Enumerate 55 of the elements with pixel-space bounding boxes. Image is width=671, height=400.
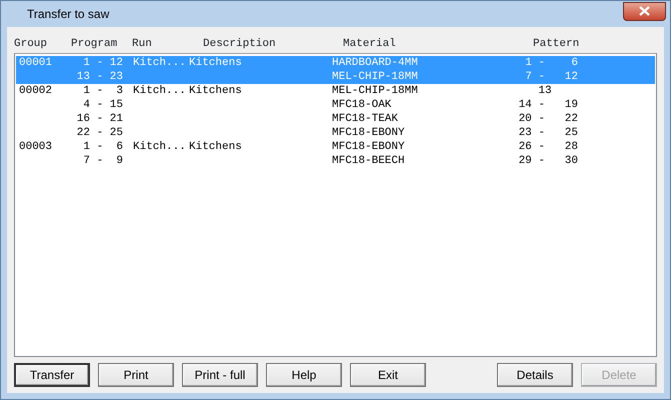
table-cell: 29 - 30 <box>518 155 578 167</box>
list-row[interactable]: 00003 1 - 6 Kitch... Kitchens MFC18-EBONY 26 - 28 <box>16 140 655 154</box>
table-cell: 22 - 25 <box>76 127 123 139</box>
list-row[interactable]: 16 - 21 MFC18-TEAK 20 - 22 <box>16 112 655 126</box>
column-header: Pattern <box>533 37 580 52</box>
column-header: Group <box>14 37 48 52</box>
table-cell: Kitchens <box>189 57 242 69</box>
table-cell: MFC18-BEECH <box>332 155 405 167</box>
table-cell: 14 - 19 <box>518 99 578 111</box>
table-cell: Kitch... <box>133 57 186 69</box>
dialog-button[interactable]: Help <box>266 363 342 387</box>
column-header: Run <box>132 37 153 52</box>
table-cell: 00003 <box>19 141 52 153</box>
column-header: Program <box>71 37 118 52</box>
table-cell: Kitchens <box>189 141 242 153</box>
table-cell: 7 - 12 <box>525 71 578 83</box>
dialog-button[interactable]: Transfer <box>14 363 90 387</box>
list-row[interactable]: 22 - 25 MFC18-EBONY 23 - 25 <box>16 126 655 140</box>
table-cell: 1 - 6 <box>525 57 578 69</box>
table-cell: 00001 <box>19 57 52 69</box>
table-cell: 00002 <box>19 85 52 97</box>
window-title: Transfer to saw <box>27 6 110 23</box>
table-cell: 26 - 28 <box>518 141 578 153</box>
table-cell: MFC18-OAK <box>332 99 392 111</box>
table-cell: 1 - 6 <box>83 141 123 153</box>
list-row[interactable]: 00002 1 - 3 Kitch... Kitchens MEL-CHIP-18MM 13 <box>16 84 655 98</box>
table-cell: MEL-CHIP-18MM <box>332 85 418 97</box>
table-cell: 4 - 15 <box>83 99 123 111</box>
list-row[interactable]: 4 - 15 MFC18-OAK 14 - 19 <box>16 98 655 112</box>
dialog-button[interactable]: Print - full <box>182 363 258 387</box>
list-row[interactable]: 7 - 9 MFC18-BEECH 29 - 30 <box>16 154 655 168</box>
table-cell: MEL-CHIP-18MM <box>332 71 418 83</box>
table-cell: MFC18-EBONY <box>332 141 405 153</box>
dialog-button[interactable]: Print <box>98 363 174 387</box>
table-cell: 23 - 25 <box>518 127 578 139</box>
column-header: Material <box>343 37 397 52</box>
dialog-button[interactable]: Details <box>497 363 573 387</box>
table-cell-text: 13 <box>538 85 553 97</box>
table-cell: 20 - 22 <box>518 113 578 125</box>
transfer-list[interactable] <box>14 53 657 357</box>
dialog-button[interactable]: Exit <box>350 363 426 387</box>
table-cell: 1 - 3 <box>83 85 123 97</box>
table-cell: MFC18-EBONY <box>332 127 405 139</box>
table-cell: MFC18-TEAK <box>332 113 398 125</box>
table-cell: Kitch... <box>133 85 186 97</box>
close-button[interactable] <box>623 2 666 20</box>
column-header: Description <box>203 37 277 52</box>
table-cell: Kitchens <box>189 85 242 97</box>
table-cell: 7 - 9 <box>83 155 123 167</box>
table-cell: 13 - 23 <box>76 71 123 83</box>
table-cell: Kitch... <box>133 141 186 153</box>
table-cell: 16 - 21 <box>76 113 123 125</box>
table-cell: 1 - 12 <box>83 57 123 69</box>
table-cell: HARDBOARD-4MM <box>332 57 418 69</box>
close-icon <box>639 6 650 16</box>
